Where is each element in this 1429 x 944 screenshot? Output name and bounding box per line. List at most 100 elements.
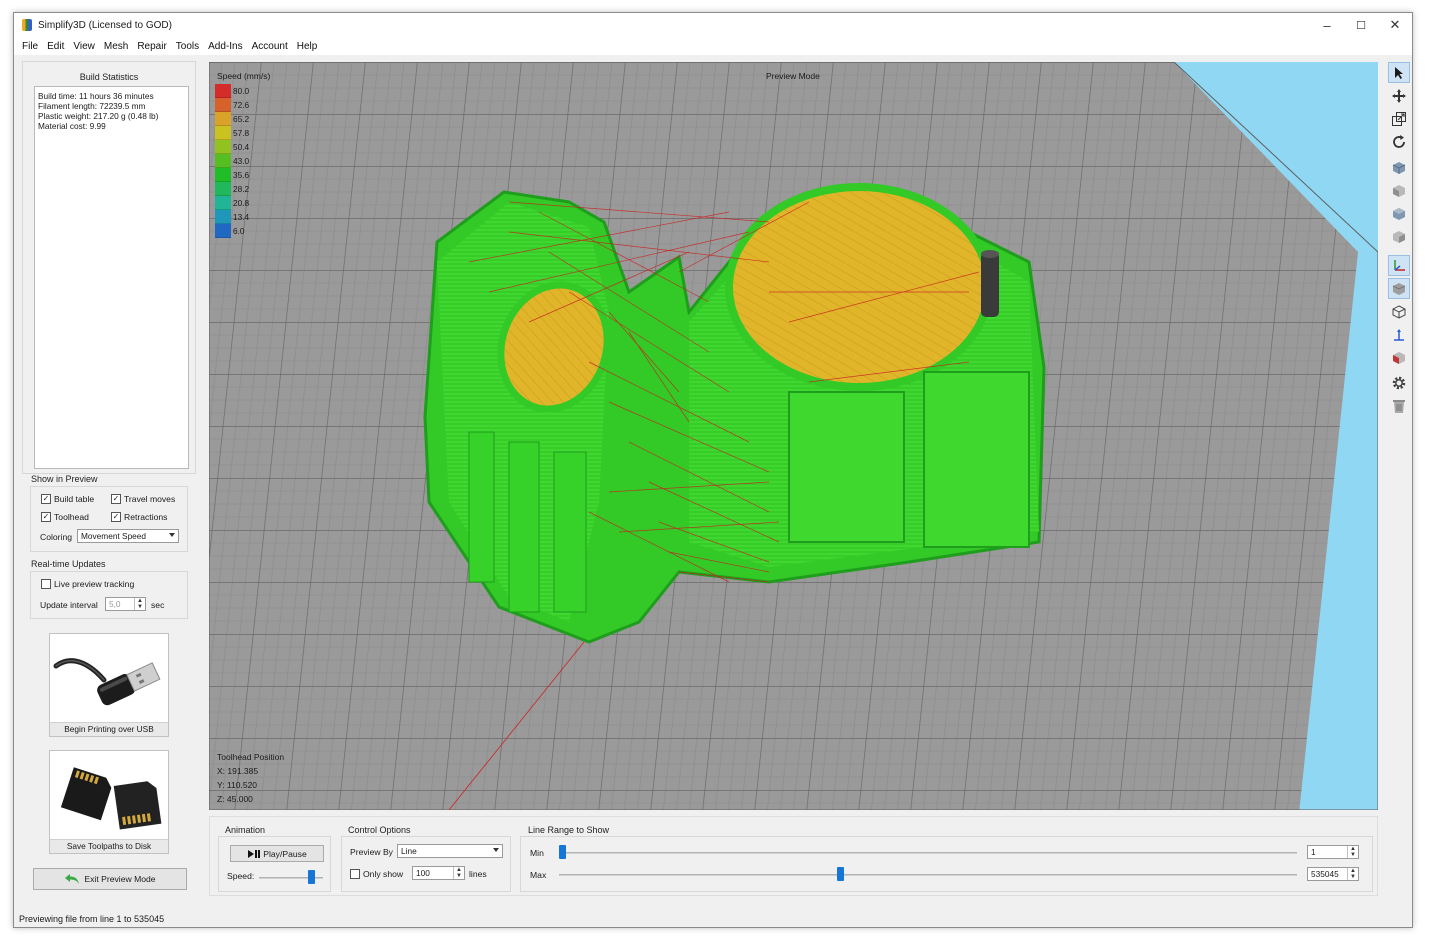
axes-toggle-button[interactable] xyxy=(1388,255,1410,276)
normals-icon xyxy=(1394,328,1404,341)
view-iso-button[interactable] xyxy=(1388,157,1410,178)
chevron-down-icon xyxy=(493,848,499,852)
view-top-button[interactable] xyxy=(1388,203,1410,224)
menu-help[interactable]: Help xyxy=(293,41,322,52)
solid-view-icon xyxy=(1392,282,1406,295)
move-tool-button[interactable] xyxy=(1388,85,1410,106)
checkbox-box xyxy=(350,869,360,879)
build-statistics-text: Build time: 11 hours 36 minutes Filament… xyxy=(34,86,189,469)
live-preview-tracking-checkbox[interactable]: Live preview tracking xyxy=(41,579,134,589)
menu-add-ins[interactable]: Add-Ins xyxy=(204,41,246,52)
retractions-checkbox[interactable]: ✓ Retractions xyxy=(111,512,167,522)
play-pause-icon xyxy=(248,849,261,858)
play-pause-button[interactable]: Play/Pause xyxy=(230,845,324,862)
legend-swatch xyxy=(215,140,231,154)
max-slider-thumb[interactable] xyxy=(837,867,845,881)
move-icon xyxy=(1392,88,1406,103)
save-toolpaths-button[interactable]: Save Toolpaths to Disk xyxy=(49,750,169,854)
min-slider-thumb[interactable] xyxy=(559,845,566,859)
travel-moves-checkbox[interactable]: ✓ Travel moves xyxy=(111,494,175,504)
left-panel: Build Statistics Build time: 11 hours 36… xyxy=(22,61,196,906)
scale-icon xyxy=(1392,111,1406,126)
update-interval-input[interactable]: 5,0 ▲ ▼ xyxy=(105,597,146,611)
legend-row: 13.4 xyxy=(215,210,249,224)
max-line-input[interactable]: 535045 ▲ ▼ xyxy=(1307,867,1359,881)
select-tool-button[interactable] xyxy=(1388,62,1410,83)
view-toolbar xyxy=(1386,61,1412,441)
view-front-button[interactable] xyxy=(1388,180,1410,201)
legend-swatch xyxy=(215,182,231,196)
save-toolpaths-label: Save Toolpaths to Disk xyxy=(50,839,168,853)
trash-icon xyxy=(1393,399,1405,413)
cross-section-button[interactable] xyxy=(1388,347,1410,368)
spinner-arrows[interactable]: ▲ ▼ xyxy=(453,867,464,879)
toolhead-checkbox[interactable]: ✓ Toolhead xyxy=(41,512,89,522)
normals-button[interactable] xyxy=(1388,324,1410,345)
min-slider-track[interactable] xyxy=(559,852,1297,854)
menu-account[interactable]: Account xyxy=(248,41,292,52)
legend-row: 28.2 xyxy=(215,182,249,196)
status-bar: Previewing file from line 1 to 535045 xyxy=(14,909,1412,929)
3d-viewport[interactable]: Speed (mm/s) 80.0 72.6 65.2 57.8 50.4 43… xyxy=(209,62,1378,810)
scale-tool-button[interactable] xyxy=(1388,108,1410,129)
checkbox-box xyxy=(41,579,51,589)
control-options-title: Control Options xyxy=(348,825,411,835)
view-side-icon xyxy=(1393,230,1405,243)
menu-repair[interactable]: Repair xyxy=(133,41,170,52)
menu-edit[interactable]: Edit xyxy=(43,41,68,52)
title-bar: Simplify3D (Licensed to GOD) – ☐ ✕ xyxy=(14,13,1412,37)
usb-cable-icon xyxy=(52,636,166,724)
view-side-button[interactable] xyxy=(1388,226,1410,247)
update-interval-unit: sec xyxy=(151,600,165,610)
legend-swatch xyxy=(215,210,231,224)
checkbox-box: ✓ xyxy=(111,494,121,504)
spinner-arrows[interactable]: ▲ ▼ xyxy=(134,598,145,610)
sd-card-icon xyxy=(52,753,166,841)
status-text: Previewing file from line 1 to 535045 xyxy=(19,914,165,924)
menu-tools[interactable]: Tools xyxy=(172,41,203,52)
only-show-checkbox[interactable]: Only show xyxy=(350,869,403,879)
window-title: Simplify3D (Licensed to GOD) xyxy=(38,19,172,31)
cross-section-icon xyxy=(1393,351,1405,364)
rotate-tool-button[interactable] xyxy=(1388,131,1410,152)
exit-preview-mode-button[interactable]: Exit Preview Mode xyxy=(33,868,187,890)
menu-mesh[interactable]: Mesh xyxy=(100,41,132,52)
stat-material-cost: Material cost: 9.99 xyxy=(38,121,106,131)
min-line-input[interactable]: 1 ▲ ▼ xyxy=(1307,845,1359,859)
coloring-label: Coloring xyxy=(40,532,73,542)
menu-file[interactable]: File xyxy=(18,41,42,52)
legend-row: 43.0 xyxy=(215,154,249,168)
app-window: Simplify3D (Licensed to GOD) – ☐ ✕ File … xyxy=(13,12,1413,928)
begin-printing-usb-label: Begin Printing over USB xyxy=(50,722,168,736)
close-button[interactable]: ✕ xyxy=(1378,13,1412,37)
minimize-button[interactable]: – xyxy=(1310,13,1344,37)
solid-view-button[interactable] xyxy=(1388,278,1410,299)
preview-by-select[interactable]: Line xyxy=(397,844,503,858)
update-interval-label: Update interval xyxy=(40,600,98,610)
speed-slider-thumb[interactable] xyxy=(308,870,316,884)
legend-row: 57.8 xyxy=(215,126,249,140)
stat-filament-length: Filament length: 72239.5 mm xyxy=(38,101,146,111)
build-statistics-title: Build Statistics xyxy=(23,72,195,82)
delete-button[interactable] xyxy=(1388,395,1410,416)
menu-view[interactable]: View xyxy=(69,41,99,52)
max-slider-track[interactable] xyxy=(559,874,1297,876)
chevron-down-icon xyxy=(169,533,175,537)
spinner-arrows[interactable]: ▲ ▼ xyxy=(1347,846,1358,858)
stat-build-time: Build time: 11 hours 36 minutes xyxy=(38,91,154,101)
begin-printing-usb-button[interactable]: Begin Printing over USB xyxy=(49,633,169,737)
build-statistics-group: Build Statistics Build time: 11 hours 36… xyxy=(22,61,196,474)
spinner-arrows[interactable]: ▲ ▼ xyxy=(1347,868,1358,880)
settings-button[interactable] xyxy=(1388,372,1410,393)
build-table-checkbox[interactable]: ✓ Build table xyxy=(41,494,94,504)
legend-swatch xyxy=(215,196,231,210)
maximize-button[interactable]: ☐ xyxy=(1344,13,1378,37)
toolhead-x: X: 191.385 xyxy=(217,766,259,776)
preview-mode-label: Preview Mode xyxy=(766,71,820,81)
coloring-select[interactable]: Movement Speed xyxy=(77,529,179,543)
animation-group: Play/Pause Speed: xyxy=(218,836,331,892)
stat-plastic-weight: Plastic weight: 217.20 g (0.48 lb) xyxy=(38,111,159,121)
checkbox-box: ✓ xyxy=(41,512,51,522)
wireframe-view-button[interactable] xyxy=(1388,301,1410,322)
only-show-lines-input[interactable]: 100 ▲ ▼ xyxy=(412,866,465,880)
